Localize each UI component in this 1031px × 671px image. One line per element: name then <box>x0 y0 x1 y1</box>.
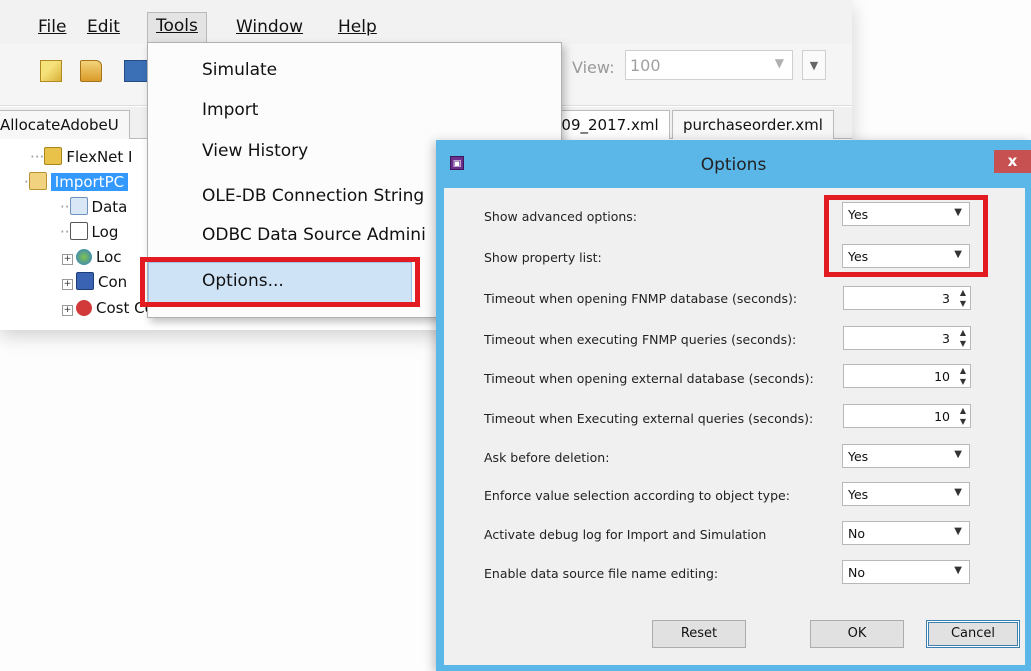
select-enforce-value-selection[interactable]: Yes ▼ <box>842 482 970 506</box>
label-timeout-exec-external: Timeout when Executing external queries … <box>484 411 814 426</box>
spin-down-icon[interactable]: ▼ <box>960 416 966 427</box>
data-source-icon <box>69 197 88 215</box>
select-activate-debug-log[interactable]: No ▼ <box>842 521 970 545</box>
spinner-timeout-exec-external[interactable]: 10 ▲ ▼ <box>843 404 971 428</box>
chevron-down-icon: ▼ <box>954 449 962 460</box>
spin-down-icon[interactable]: ▼ <box>960 338 966 349</box>
highlight-box-options-settings <box>824 195 988 277</box>
tree-item-location[interactable]: + Loc <box>62 245 122 269</box>
reset-button[interactable]: Reset <box>652 620 746 648</box>
tree-item-flexnet[interactable]: ··· FlexNet I <box>30 145 132 169</box>
chevron-down-icon: ▼ <box>954 565 962 576</box>
expand-icon[interactable]: + <box>62 254 73 265</box>
label-enable-filename-editing: Enable data source file name editing: <box>484 566 719 581</box>
view-zoom-value: 100 <box>630 56 661 75</box>
tree-item-data[interactable]: ·· Data <box>60 195 127 219</box>
spin-up-icon[interactable]: ▲ <box>960 327 966 338</box>
spinner-timeout-open-fnmp[interactable]: 3 ▲ ▼ <box>843 286 971 310</box>
toolbar-overflow-button[interactable]: ▼ <box>802 50 826 80</box>
close-button[interactable]: x <box>994 150 1031 173</box>
hierarchy-icon <box>76 272 94 290</box>
menu-item-view-history[interactable]: View History <box>202 141 308 161</box>
menu-tools[interactable]: Tools <box>147 12 207 42</box>
menu-help[interactable]: Help <box>330 14 385 40</box>
save-icon[interactable] <box>124 60 148 82</box>
label-timeout-open-external: Timeout when opening external database (… <box>484 371 814 386</box>
label-activate-debug-log: Activate debug log for Import and Simula… <box>484 527 767 542</box>
open-folder-icon[interactable] <box>80 60 102 82</box>
label-timeout-open-fnmp: Timeout when opening FNMP database (seco… <box>484 291 798 306</box>
tab-allocate[interactable]: AllocateAdobeU <box>0 110 130 139</box>
menu-window[interactable]: Window <box>228 14 311 40</box>
tree-item-con[interactable]: + Con <box>62 270 127 294</box>
spin-up-icon[interactable]: ▲ <box>960 405 966 416</box>
globe-icon <box>76 249 92 265</box>
tab-purchaseorder[interactable]: purchaseorder.xml <box>672 110 834 139</box>
highlight-box-options-menu <box>140 257 420 307</box>
label-ask-before-deletion: Ask before deletion: <box>484 450 610 465</box>
new-file-icon[interactable] <box>40 60 62 82</box>
menu-item-simulate[interactable]: Simulate <box>202 60 277 80</box>
chevron-down-icon: ▼ <box>774 56 784 70</box>
menu-file[interactable]: File <box>30 14 74 40</box>
menu-item-import[interactable]: Import <box>202 100 258 120</box>
document-icon <box>28 172 47 190</box>
view-zoom-select[interactable]: 100 ▼ <box>625 50 793 80</box>
expand-icon[interactable]: + <box>62 279 73 290</box>
ok-button[interactable]: OK <box>810 620 904 648</box>
spinner-timeout-open-external[interactable]: 10 ▲ ▼ <box>843 364 971 388</box>
expand-icon[interactable]: + <box>62 305 73 316</box>
log-icon <box>69 222 88 240</box>
spin-up-icon[interactable]: ▲ <box>960 287 966 298</box>
spinner-timeout-exec-fnmp[interactable]: 3 ▲ ▼ <box>843 326 971 350</box>
spin-down-icon[interactable]: ▼ <box>960 376 966 387</box>
select-enable-filename-editing[interactable]: No ▼ <box>842 560 970 584</box>
label-timeout-exec-fnmp: Timeout when executing FNMP queries (sec… <box>484 332 797 347</box>
dialog-title: Options <box>700 155 767 175</box>
tree-item-import[interactable]: · ImportPC <box>24 170 129 194</box>
view-label: View: <box>572 58 615 77</box>
label-show-advanced: Show advanced options: <box>484 209 637 224</box>
chevron-down-icon: ▼ <box>954 526 962 537</box>
spin-down-icon[interactable]: ▼ <box>960 298 966 309</box>
cost-center-icon <box>76 300 92 316</box>
spin-up-icon[interactable]: ▲ <box>960 365 966 376</box>
menu-edit[interactable]: Edit <box>79 14 128 40</box>
menu-item-oledb-connection[interactable]: OLE-DB Connection String <box>202 186 424 206</box>
cancel-button[interactable]: Cancel <box>926 620 1020 648</box>
label-enforce-value-selection: Enforce value selection according to obj… <box>484 488 790 503</box>
tree-item-log[interactable]: ·· Log <box>60 220 118 244</box>
close-icon: x <box>1007 152 1018 170</box>
select-ask-before-deletion[interactable]: Yes ▼ <box>842 444 970 468</box>
menu-item-odbc-admin[interactable]: ODBC Data Source Admini <box>202 225 426 245</box>
database-icon <box>44 147 63 165</box>
label-show-property-list: Show property list: <box>484 250 602 265</box>
chevron-down-icon: ▼ <box>954 487 962 498</box>
